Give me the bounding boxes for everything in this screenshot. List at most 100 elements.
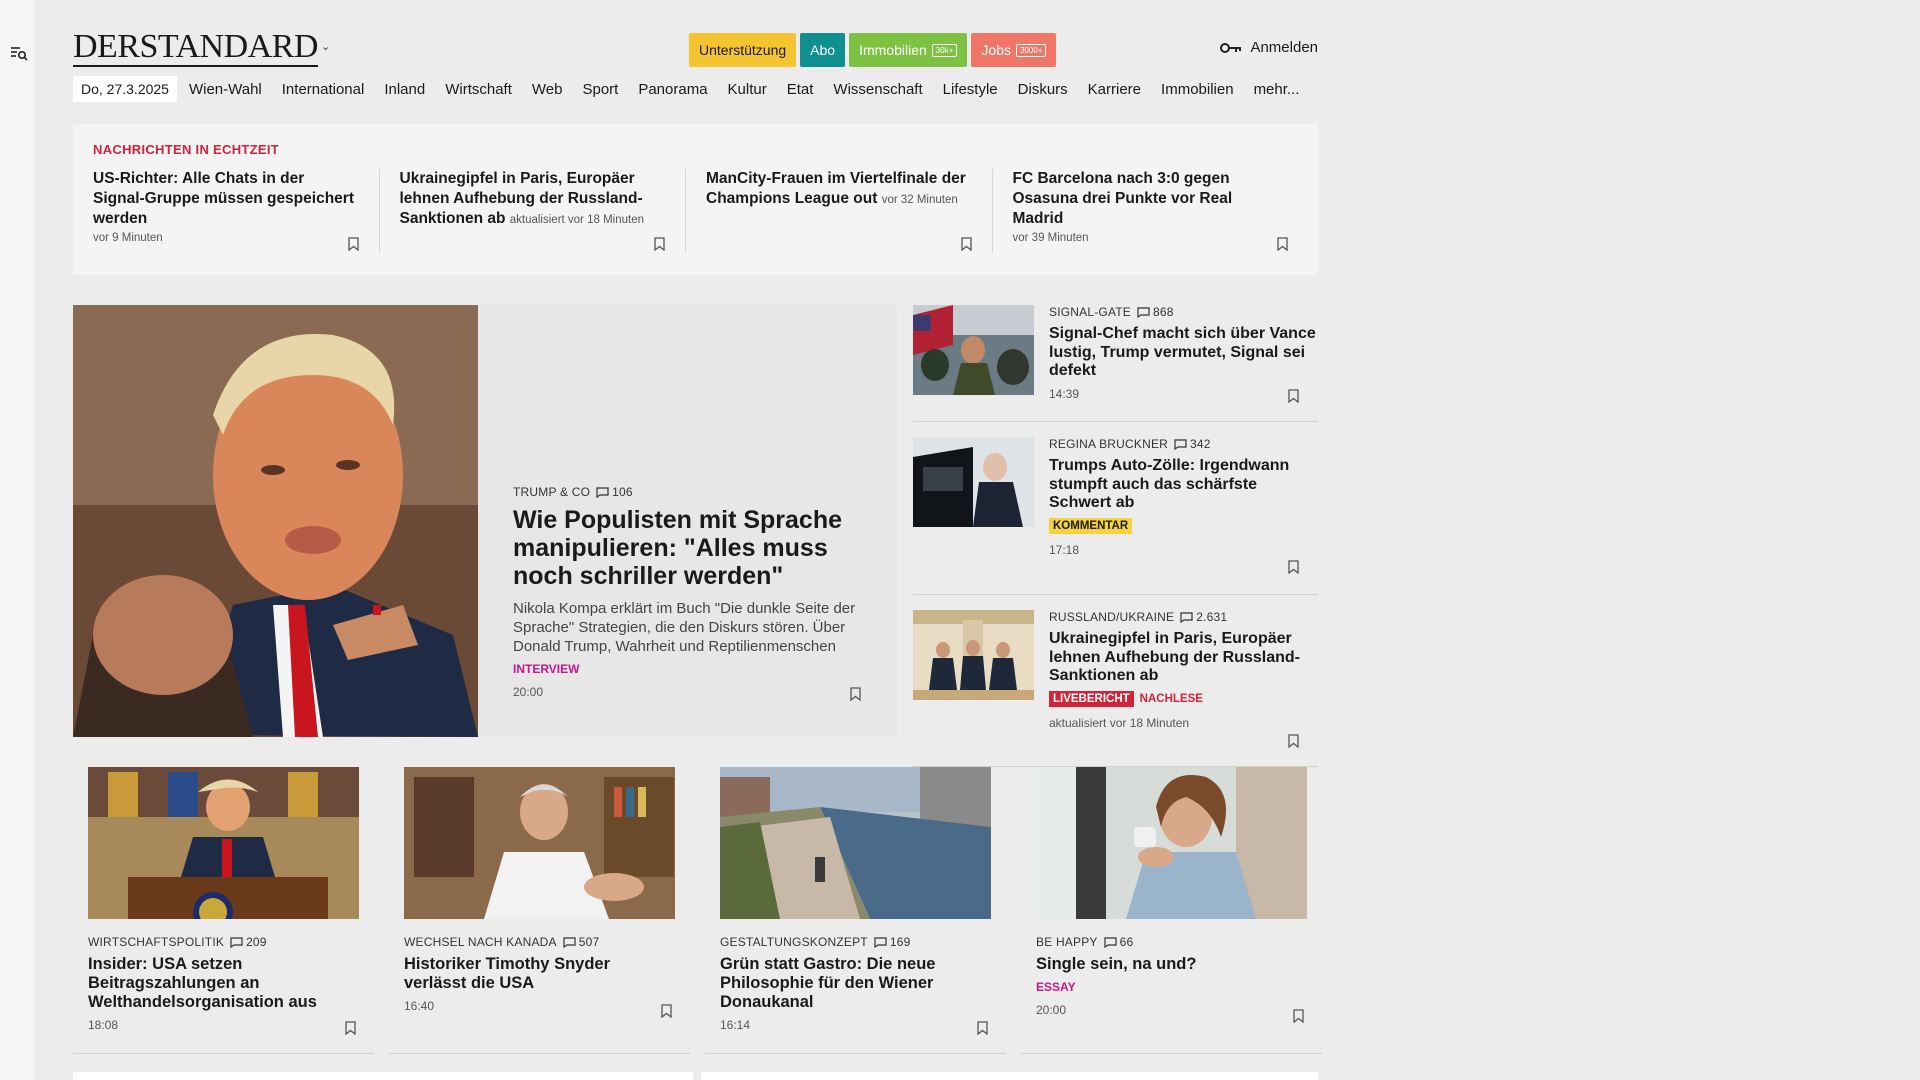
nav-item-more[interactable]: mehr... — [1254, 81, 1300, 98]
card-image[interactable] — [720, 767, 991, 919]
nav-item-wirtschaft[interactable]: Wirtschaft — [445, 81, 512, 98]
comment-icon — [1180, 611, 1193, 623]
nav-item-immobilien[interactable]: Immobilien — [1161, 81, 1234, 98]
comment-count-value: 868 — [1153, 305, 1174, 319]
site-logo[interactable]: DERSTANDARD — [73, 30, 318, 67]
bookmark-icon[interactable] — [1293, 1009, 1304, 1023]
bookmark-icon[interactable] — [347, 237, 359, 251]
nav-item-etat[interactable]: Etat — [787, 81, 814, 98]
lead-image[interactable] — [73, 305, 478, 737]
card-headline[interactable]: Historiker Timothy Snyder verlässt die U… — [404, 955, 675, 993]
comment-count-value: 2.631 — [1196, 610, 1228, 624]
header-pills: Unterstützung Abo Immobilien 30k+ Jobs 3… — [689, 33, 1057, 67]
bookmark-icon[interactable] — [1288, 389, 1299, 403]
bookmark-icon[interactable] — [654, 237, 665, 251]
side-article[interactable]: SIGNAL-GATE 868 Signal-Chef macht sich ü… — [913, 305, 1318, 422]
article-card[interactable]: WECHSEL NACH KANADA 507 Historiker Timot… — [389, 767, 690, 1054]
comment-count[interactable]: 868 — [1137, 305, 1174, 319]
nav-item-wissenschaft[interactable]: Wissenschaft — [833, 81, 922, 98]
comment-count[interactable]: 169 — [874, 935, 911, 949]
kicker-label: GESTALTUNGSKONZEPT — [720, 935, 868, 949]
side-article-headline[interactable]: Trumps Auto-Zölle: Irgendwann stumpft au… — [1049, 457, 1318, 513]
article-card[interactable]: BE HAPPY 66 Single sein, na und? ESSAY 2… — [1021, 767, 1322, 1054]
lead-headline[interactable]: Wie Populisten mit Sprache manipulieren:… — [513, 506, 873, 590]
realtime-item[interactable]: ManCity-Frauen im Viertelfinale der Cham… — [685, 169, 992, 253]
nav-item-wien-wahl[interactable]: Wien-Wahl — [189, 81, 262, 98]
card-time: 20:00 — [1036, 1003, 1067, 1017]
card-headline[interactable]: Grün statt Gastro: Die neue Philosophie … — [720, 955, 991, 1012]
bookmark-icon[interactable] — [1288, 734, 1299, 748]
realtime-news-box: NACHRICHTEN IN ECHTZEIT US-Richter: Alle… — [73, 124, 1318, 275]
side-kicker: RUSSLAND/UKRAINE 2.631 — [1049, 610, 1318, 624]
nav-item-sport[interactable]: Sport — [582, 81, 618, 98]
comment-count[interactable]: 106 — [596, 485, 633, 499]
bookmark-icon[interactable] — [1288, 560, 1299, 574]
card-headline[interactable]: Insider: USA setzen Beitragszahlungen an… — [88, 955, 359, 1012]
card-time: 18:08 — [88, 1018, 119, 1032]
realtime-item[interactable]: US-Richter: Alle Chats in der Signal-Gru… — [93, 169, 379, 253]
side-articles: SIGNAL-GATE 868 Signal-Chef macht sich ü… — [913, 305, 1318, 767]
comment-count[interactable]: 209 — [230, 935, 267, 949]
nav-item-international[interactable]: International — [282, 81, 365, 98]
side-article-headline[interactable]: Signal-Chef macht sich über Vance lustig… — [1049, 325, 1318, 381]
comment-count[interactable]: 342 — [1174, 437, 1211, 451]
comment-count[interactable]: 66 — [1104, 935, 1134, 949]
side-article-image[interactable] — [913, 305, 1034, 395]
comment-icon — [1174, 438, 1187, 450]
side-article-image[interactable] — [913, 610, 1034, 700]
article-card[interactable]: GESTALTUNGSKONZEPT 169 Grün statt Gastro… — [705, 767, 1006, 1054]
side-article-image[interactable] — [913, 437, 1034, 527]
support-button[interactable]: Unterstützung — [689, 33, 797, 67]
bookmark-icon[interactable] — [345, 1021, 356, 1035]
card-kicker: BE HAPPY 66 — [1036, 935, 1307, 949]
article-card[interactable]: WIRTSCHAFTSPOLITIK 209 Insider: USA setz… — [73, 767, 374, 1054]
pill-label: Unterstützung — [699, 42, 787, 58]
login-button[interactable]: Anmelden — [1220, 39, 1318, 56]
realtime-item[interactable]: Ukrainegipfel in Paris, Europäer lehnen … — [378, 169, 686, 253]
realtime-item-time: vor 39 Minuten — [1012, 232, 1089, 244]
comment-count-value: 106 — [612, 485, 633, 499]
bookmark-icon[interactable] — [960, 237, 972, 251]
abo-button[interactable]: Abo — [800, 33, 846, 67]
comment-count-value: 342 — [1190, 437, 1211, 451]
side-article-headline[interactable]: Ukrainegipfel in Paris, Europäer lehnen … — [1049, 630, 1318, 686]
bookmark-icon[interactable] — [850, 687, 861, 701]
jobs-button[interactable]: Jobs 3000+ — [971, 33, 1057, 67]
nav-item-web[interactable]: Web — [532, 81, 563, 98]
main-nav: Do, 27.3.2025 Wien-Wahl International In… — [73, 72, 1318, 106]
kicker-label: RUSSLAND/UKRAINE — [1049, 610, 1175, 624]
bookmark-icon[interactable] — [977, 1021, 988, 1035]
nav-item-kultur[interactable]: Kultur — [728, 81, 767, 98]
realtime-item[interactable]: FC Barcelona nach 3:0 gegen Osasuna drei… — [991, 169, 1299, 253]
nav-item-lifestyle[interactable]: Lifestyle — [943, 81, 998, 98]
comment-count[interactable]: 507 — [563, 935, 600, 949]
nav-item-panorama[interactable]: Panorama — [638, 81, 707, 98]
lead-description: Nikola Kompa erklärt im Buch "Die dunkle… — [513, 600, 856, 655]
card-image[interactable] — [404, 767, 675, 919]
side-article[interactable]: RUSSLAND/UKRAINE 2.631 Ukrainegipfel in … — [913, 610, 1318, 767]
card-image[interactable] — [1036, 767, 1307, 919]
nav-item-karriere[interactable]: Karriere — [1088, 81, 1141, 98]
lead-flag: INTERVIEW — [513, 662, 580, 676]
menu-search-icon[interactable] — [10, 44, 28, 62]
pill-label: Jobs — [981, 42, 1011, 58]
pill-label: Immobilien — [859, 42, 927, 58]
nav-item-diskurs[interactable]: Diskurs — [1018, 81, 1068, 98]
card-image[interactable] — [88, 767, 359, 919]
side-article[interactable]: REGINA BRUCKNER 342 Trumps Auto-Zölle: I… — [913, 437, 1318, 595]
lead-article[interactable]: TRUMP & CO 106 Wie Populisten mit Sprach… — [73, 305, 897, 737]
kicker-label: SIGNAL-GATE — [1049, 305, 1131, 319]
side-article-text: SIGNAL-GATE 868 Signal-Chef macht sich ü… — [1049, 305, 1318, 401]
bookmark-icon[interactable] — [661, 1004, 672, 1018]
chevron-down-icon[interactable]: ⌄ — [321, 40, 330, 53]
kicker-label: BE HAPPY — [1036, 935, 1098, 949]
nav-item-inland[interactable]: Inland — [384, 81, 425, 98]
side-article-time: 17:18 — [1049, 542, 1080, 557]
comment-count[interactable]: 2.631 — [1180, 610, 1227, 624]
lead-section: TRUMP & CO 106 Wie Populisten mit Sprach… — [73, 305, 1318, 767]
article-cards: WIRTSCHAFTSPOLITIK 209 Insider: USA setz… — [73, 767, 1322, 1054]
immobilien-button[interactable]: Immobilien 30k+ — [849, 33, 968, 67]
bookmark-icon[interactable] — [1277, 237, 1288, 251]
card-headline[interactable]: Single sein, na und? — [1036, 955, 1307, 974]
login-label: Anmelden — [1250, 39, 1318, 56]
